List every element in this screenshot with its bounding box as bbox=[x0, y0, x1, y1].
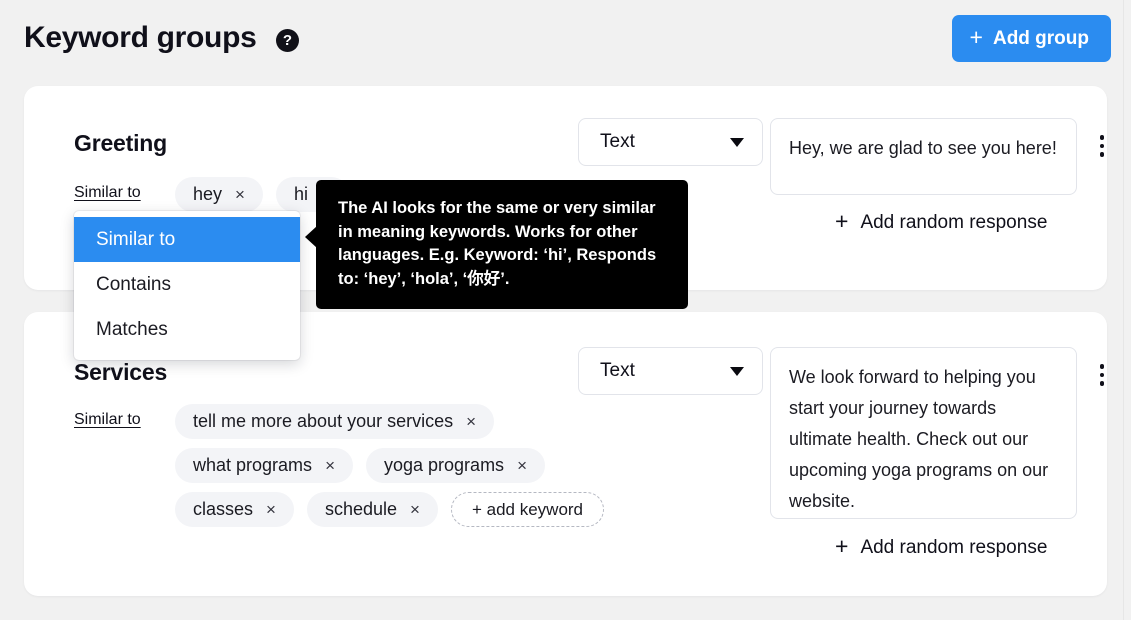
keyword-chip[interactable]: yoga programs × bbox=[366, 448, 545, 483]
remove-keyword-icon[interactable]: × bbox=[410, 501, 420, 518]
response-text-input[interactable]: Hey, we are glad to see you here! bbox=[770, 118, 1077, 195]
add-group-label: Add group bbox=[993, 28, 1089, 50]
chevron-down-icon bbox=[730, 138, 744, 147]
keyword-chip-label: yoga programs bbox=[384, 455, 504, 476]
plus-icon: + bbox=[835, 535, 848, 558]
dropdown-option-contains[interactable]: Contains bbox=[74, 262, 300, 307]
keyword-chip[interactable]: hey × bbox=[175, 177, 263, 212]
keyword-chip-label: tell me more about your services bbox=[193, 411, 453, 432]
keyword-chip[interactable]: schedule × bbox=[307, 492, 438, 527]
response-text-input[interactable]: We look forward to helping you start you… bbox=[770, 347, 1077, 519]
keyword-chip[interactable]: what programs × bbox=[175, 448, 353, 483]
response-type-select[interactable]: Text bbox=[578, 347, 763, 395]
page-header: Keyword groups ? + Add group bbox=[0, 0, 1131, 86]
dropdown-option-matches[interactable]: Matches bbox=[74, 307, 300, 352]
keyword-chip-label: hi bbox=[294, 184, 308, 205]
add-keyword-button[interactable]: + add keyword bbox=[451, 492, 604, 527]
match-type-tooltip: The AI looks for the same or very simila… bbox=[316, 180, 688, 309]
keyword-chip-row: tell me more about your services × bbox=[175, 404, 494, 439]
plus-icon: + bbox=[835, 210, 848, 233]
match-type-dropdown-menu: Similar to Contains Matches bbox=[74, 211, 300, 360]
match-type-link[interactable]: Similar to bbox=[74, 184, 141, 202]
keyword-chip-row: classes × schedule × + add keyword bbox=[175, 492, 604, 527]
group-title: Services bbox=[74, 359, 167, 386]
keyword-chip-label: what programs bbox=[193, 455, 312, 476]
keyword-chip-row: what programs × yoga programs × bbox=[175, 448, 545, 483]
add-random-response-label: Add random response bbox=[860, 537, 1047, 559]
dropdown-option-similar-to[interactable]: Similar to bbox=[74, 217, 300, 262]
keyword-chip-label: hey bbox=[193, 184, 222, 205]
response-type-value: Text bbox=[600, 131, 635, 153]
vertical-dots-icon[interactable] bbox=[1091, 360, 1113, 390]
match-type-link[interactable]: Similar to bbox=[74, 411, 141, 429]
add-random-response-button[interactable]: + Add random response bbox=[835, 536, 1047, 559]
vertical-dots-icon[interactable] bbox=[1091, 131, 1113, 161]
remove-keyword-icon[interactable]: × bbox=[325, 457, 335, 474]
response-type-value: Text bbox=[600, 360, 635, 382]
keyword-chip[interactable]: tell me more about your services × bbox=[175, 404, 494, 439]
remove-keyword-icon[interactable]: × bbox=[466, 413, 476, 430]
page-title: Keyword groups bbox=[24, 21, 257, 55]
add-random-response-label: Add random response bbox=[860, 212, 1047, 234]
keyword-chip[interactable]: classes × bbox=[175, 492, 294, 527]
group-title: Greeting bbox=[74, 130, 167, 157]
add-group-button[interactable]: + Add group bbox=[952, 15, 1111, 62]
response-type-select[interactable]: Text bbox=[578, 118, 763, 166]
keyword-chip-label: schedule bbox=[325, 499, 397, 520]
keyword-chip-list: tell me more about your services × what … bbox=[175, 404, 595, 527]
question-mark-icon[interactable]: ? bbox=[276, 29, 299, 52]
remove-keyword-icon[interactable]: × bbox=[517, 457, 527, 474]
remove-keyword-icon[interactable]: × bbox=[266, 501, 276, 518]
chevron-down-icon bbox=[730, 367, 744, 376]
plus-icon: + bbox=[970, 26, 983, 49]
add-random-response-button[interactable]: + Add random response bbox=[835, 211, 1047, 234]
keyword-chip-label: classes bbox=[193, 499, 253, 520]
keyword-groups-page: Keyword groups ? + Add group Greeting Si… bbox=[0, 0, 1131, 620]
vertical-scrollbar[interactable] bbox=[1123, 0, 1131, 620]
remove-keyword-icon[interactable]: × bbox=[235, 186, 245, 203]
